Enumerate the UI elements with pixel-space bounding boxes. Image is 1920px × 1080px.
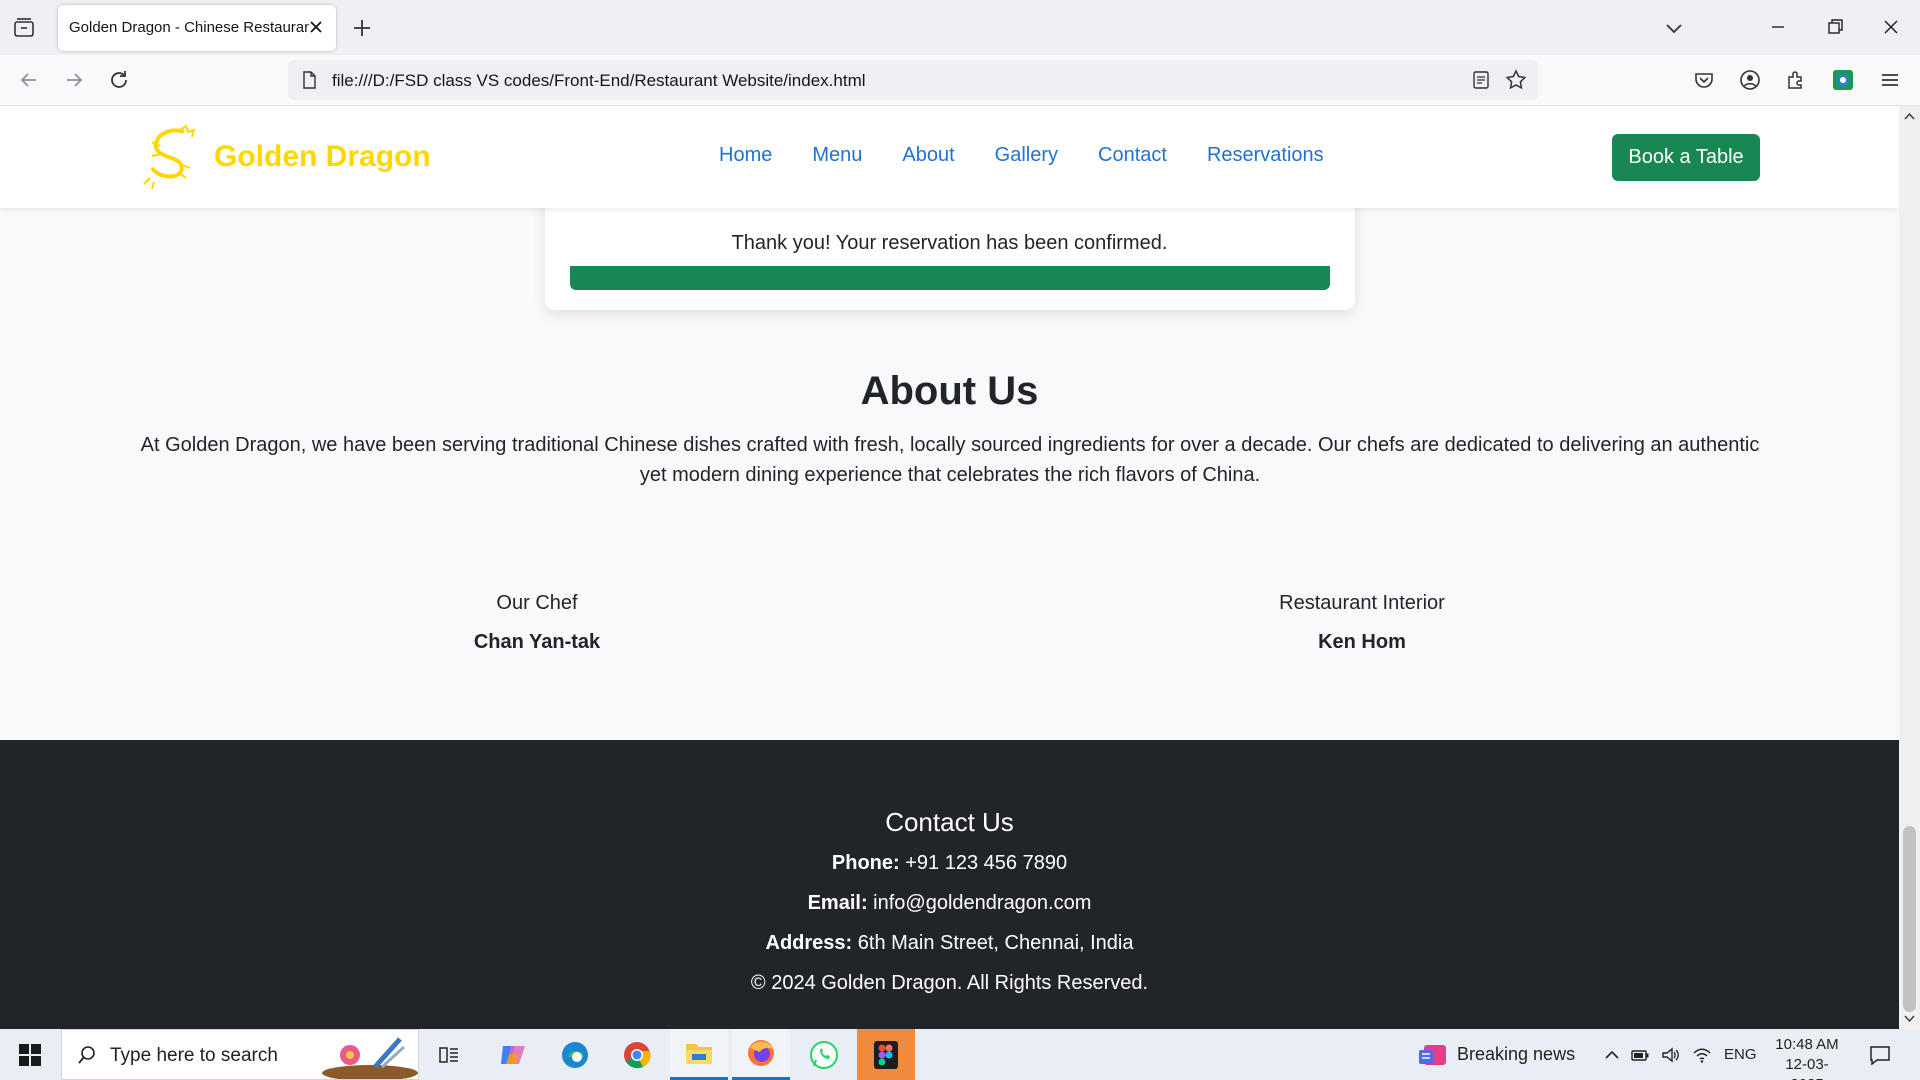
site-footer: Contact Us Phone: +91 123 456 7890 Email… xyxy=(0,740,1899,1029)
taskbar-copilot[interactable] xyxy=(484,1029,542,1080)
scroll-up-icon[interactable] xyxy=(1902,109,1917,124)
reload-icon[interactable] xyxy=(106,67,132,93)
news-label[interactable]: Breaking news xyxy=(1457,1044,1575,1065)
contact-phone: Phone: +91 123 456 7890 xyxy=(0,852,1899,875)
taskbar-search[interactable]: Type here to search xyxy=(61,1029,419,1080)
tab-list-icon[interactable] xyxy=(12,16,36,40)
interior-card: Restaurant Interior Ken Hom xyxy=(1162,592,1562,654)
notification-icon[interactable] xyxy=(1868,1043,1892,1067)
chef-caption: Our Chef xyxy=(496,592,578,614)
clock-date: 12-03-2025 xyxy=(1785,1056,1829,1080)
windows-start-icon[interactable] xyxy=(18,1043,42,1067)
task-view-icon xyxy=(439,1046,458,1063)
browser-tab-active[interactable]: Golden Dragon - Chinese Restaurant xyxy=(58,5,336,51)
nav-contact[interactable]: Contact xyxy=(1098,144,1167,167)
address-label: Address: xyxy=(765,932,853,954)
contact-heading: Contact Us xyxy=(885,807,1014,837)
scrollbar-thumb[interactable] xyxy=(1903,826,1916,1012)
taskbar-edge[interactable] xyxy=(546,1029,604,1080)
chef-name: Chan Yan-tak xyxy=(473,631,601,653)
restore-icon[interactable] xyxy=(1822,14,1848,40)
about-heading: About Us xyxy=(860,369,1039,413)
nav-gallery[interactable]: Gallery xyxy=(995,144,1058,167)
reader-view-icon[interactable] xyxy=(1470,69,1492,91)
copyright: © 2024 Golden Dragon. All Rights Reserve… xyxy=(750,972,1149,994)
taskbar-task-view[interactable] xyxy=(420,1029,478,1080)
nav-menu[interactable]: Menu xyxy=(812,144,862,167)
taskbar-whatsapp[interactable] xyxy=(795,1029,853,1080)
taskbar-file-explorer[interactable] xyxy=(670,1029,728,1080)
url-text[interactable]: file:///D:/FSD class VS codes/Front-End/… xyxy=(332,71,866,91)
taskbar-firefox[interactable] xyxy=(732,1029,790,1080)
volume-icon[interactable] xyxy=(1660,1045,1680,1065)
whatsapp-icon xyxy=(810,1040,838,1069)
contact-email: Email: info@goldendragon.com xyxy=(0,892,1899,915)
extensions-icon[interactable] xyxy=(1783,67,1809,93)
scroll-down-icon[interactable] xyxy=(1902,1011,1917,1026)
search-placeholder: Type here to search xyxy=(110,1045,278,1066)
menu-hamburger-icon[interactable] xyxy=(1877,67,1903,93)
search-highlight-illustration-icon xyxy=(322,1037,418,1079)
about-description: At Golden Dragon, we have been serving t… xyxy=(140,434,1760,486)
edge-icon xyxy=(562,1041,588,1068)
address-bar[interactable]: file:///D:/FSD class VS codes/Front-End/… xyxy=(288,60,1538,100)
contact-address: Address: 6th Main Street, Chennai, India xyxy=(0,932,1899,955)
account-icon[interactable] xyxy=(1737,67,1763,93)
folder-icon xyxy=(686,1044,712,1064)
chrome-icon xyxy=(624,1041,651,1068)
email-label: Email: xyxy=(807,892,868,914)
minimize-icon[interactable] xyxy=(1765,14,1791,40)
nav-home[interactable]: Home xyxy=(719,144,772,167)
page-icon xyxy=(303,71,316,89)
pocket-icon[interactable] xyxy=(1691,67,1717,93)
phone-value: +91 123 456 7890 xyxy=(905,852,1068,874)
book-table-button[interactable]: Book a Table xyxy=(1612,134,1760,181)
dragon-logo-icon[interactable] xyxy=(140,124,204,190)
forward-arrow-icon[interactable] xyxy=(61,67,87,93)
news-icon[interactable] xyxy=(1418,1041,1448,1069)
new-tab-plus-icon[interactable] xyxy=(350,16,374,40)
extension-shield-icon[interactable] xyxy=(1830,67,1856,93)
email-value: info@goldendragon.com xyxy=(873,892,1092,914)
browser-tab-bar: Golden Dragon - Chinese Restaurant xyxy=(0,0,1920,55)
copilot-icon xyxy=(501,1045,525,1064)
window-close-icon[interactable] xyxy=(1878,14,1904,40)
tab-title: Golden Dragon - Chinese Restaurant xyxy=(69,19,309,36)
brand-name[interactable]: Golden Dragon xyxy=(214,140,431,174)
browser-toolbar: file:///D:/FSD class VS codes/Front-End/… xyxy=(0,55,1920,106)
figma-icon xyxy=(874,1040,898,1069)
search-icon xyxy=(78,1046,95,1064)
interior-name: Ken Hom xyxy=(1318,631,1406,653)
site-nav: Home Menu About Gallery Contact Reservat… xyxy=(719,144,1324,167)
battery-icon[interactable] xyxy=(1630,1045,1650,1065)
nav-about[interactable]: About xyxy=(902,144,954,167)
back-arrow-icon[interactable] xyxy=(16,67,42,93)
page-scrollbar[interactable] xyxy=(1899,106,1920,1029)
windows-taskbar: Type here to search Breaking news ENG 10… xyxy=(0,1029,1920,1080)
site-header: Golden Dragon Home Menu About Gallery Co… xyxy=(0,106,1899,208)
page-viewport: Thank you! Your reservation has been con… xyxy=(0,106,1899,1029)
phone-label: Phone: xyxy=(831,852,900,874)
chevron-up-icon[interactable] xyxy=(1602,1045,1622,1065)
bookmark-star-icon[interactable] xyxy=(1504,68,1528,92)
firefox-icon xyxy=(748,1040,774,1066)
address-value: 6th Main Street, Chennai, India xyxy=(857,932,1134,954)
taskbar-figma[interactable] xyxy=(857,1029,915,1080)
close-icon[interactable] xyxy=(306,17,326,37)
nav-reservations[interactable]: Reservations xyxy=(1207,144,1324,167)
wifi-icon[interactable] xyxy=(1692,1045,1712,1065)
chevron-down-icon[interactable] xyxy=(1662,16,1686,40)
clock-time: 10:48 AM xyxy=(1775,1036,1839,1053)
chef-card: Our Chef Chan Yan-tak xyxy=(337,592,737,654)
taskbar-chrome[interactable] xyxy=(608,1029,666,1080)
reservation-submit-button[interactable] xyxy=(570,266,1330,290)
language-indicator[interactable]: ENG xyxy=(1724,1046,1757,1063)
system-clock[interactable]: 10:48 AM 12-03-2025 xyxy=(1770,1035,1844,1080)
reservation-confirmation: Thank you! Your reservation has been con… xyxy=(731,232,1168,254)
interior-caption: Restaurant Interior xyxy=(1279,592,1445,614)
